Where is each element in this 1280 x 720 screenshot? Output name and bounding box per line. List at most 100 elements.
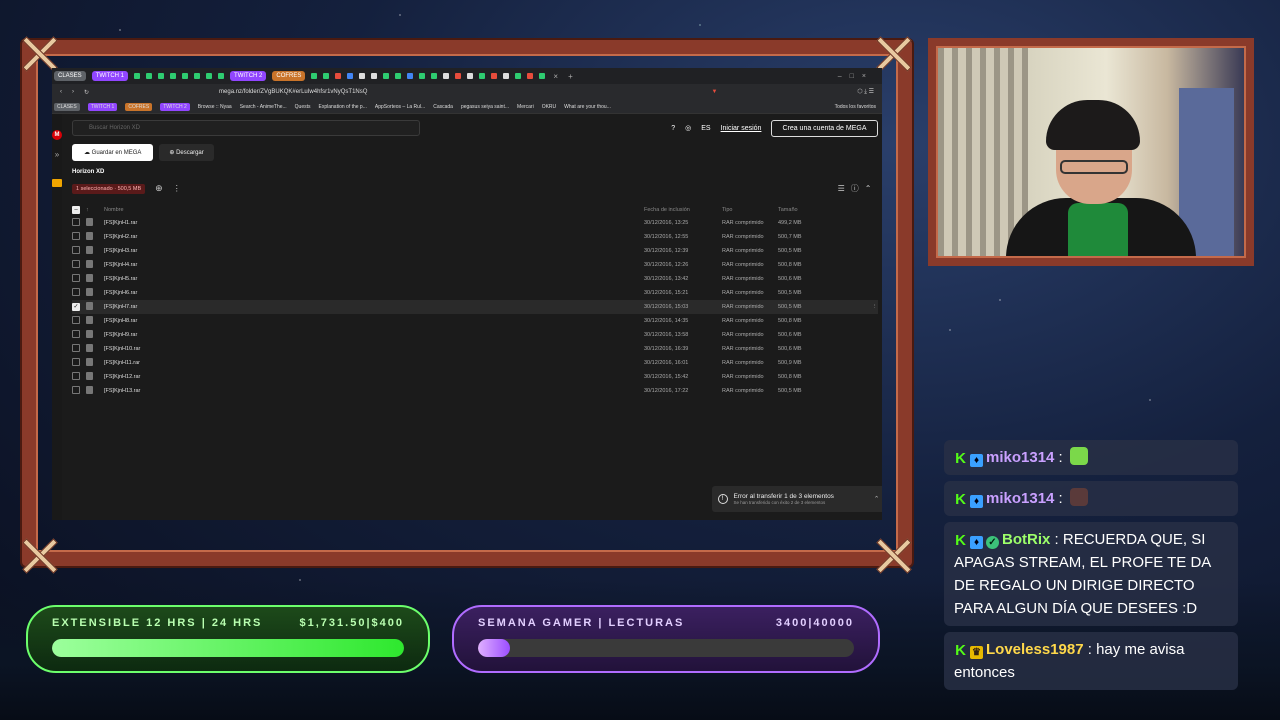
file-row[interactable]: [FS]KjnH6.rar 30/12/2016, 15:21 RAR compri… bbox=[72, 286, 878, 300]
file-checkbox[interactable] bbox=[72, 372, 86, 382]
file-row[interactable]: [FS]KjnH13.rar 30/12/2016, 17:22 RAR compr… bbox=[72, 384, 878, 398]
chat-username[interactable]: miko1314 bbox=[986, 449, 1054, 466]
bookmark-cascada[interactable]: Cascada bbox=[433, 104, 453, 110]
bookmark-nyaa[interactable]: Browse :: Nyaa bbox=[198, 104, 232, 110]
bookmark-cofres[interactable]: COFRES bbox=[125, 102, 153, 111]
col-name-header[interactable]: Nombre bbox=[104, 207, 644, 213]
tab-favicon-icon[interactable] bbox=[182, 73, 189, 79]
bookmark-appsorteos[interactable]: AppSorteos – La Rul... bbox=[375, 104, 425, 110]
bookmark-twitch-1[interactable]: TWITCH 1 bbox=[87, 102, 118, 111]
col-date-header[interactable]: Fecha de inclusión bbox=[644, 207, 722, 213]
add-icon[interactable]: ⊕ bbox=[155, 183, 163, 194]
sort-arrow-icon[interactable]: ↑ bbox=[86, 207, 104, 213]
file-checkbox[interactable] bbox=[72, 344, 86, 354]
chat-username[interactable]: miko1314 bbox=[986, 490, 1054, 507]
expand-sidebar-icon[interactable]: » bbox=[55, 150, 59, 159]
file-row[interactable]: [FS]KjnH5.rar 30/12/2016, 13:42 RAR compri… bbox=[72, 272, 878, 286]
chevron-up-icon[interactable]: ⌃ bbox=[874, 495, 880, 503]
file-checkbox[interactable] bbox=[72, 246, 86, 256]
folder-icon[interactable] bbox=[52, 179, 62, 187]
reload-icon[interactable]: ↻ bbox=[84, 89, 89, 96]
bookmark-pegasus[interactable]: pegasus seiya saint... bbox=[461, 104, 509, 110]
tab-favicon-icon[interactable] bbox=[170, 73, 177, 79]
tab-favicon-icon[interactable] bbox=[194, 73, 201, 79]
file-checkbox[interactable] bbox=[72, 358, 86, 368]
file-checkbox[interactable] bbox=[72, 316, 86, 326]
tab-favicon-icon[interactable] bbox=[146, 73, 153, 79]
row-menu-icon[interactable]: ⋮ bbox=[872, 304, 878, 310]
download-button[interactable]: ⊕ Descargar bbox=[159, 144, 214, 161]
help-icon[interactable]: ? bbox=[671, 125, 675, 132]
file-row[interactable]: [FS]KjnH8.rar 30/12/2016, 14:35 RAR compri… bbox=[72, 314, 878, 328]
chat-username[interactable]: Loveless1987 bbox=[986, 641, 1084, 658]
tab-cofres[interactable]: COFRES bbox=[272, 71, 306, 81]
search-input[interactable]: Buscar Horizon XD bbox=[72, 120, 420, 136]
file-row[interactable]: [FS]KjnH10.rar 30/12/2016, 16:39 RAR compr… bbox=[72, 342, 878, 356]
tab-clases[interactable]: CLASES bbox=[54, 71, 86, 81]
more-options-icon[interactable]: ⋮ bbox=[173, 184, 181, 193]
bookmark-twitch-2[interactable]: TWITCH 2 bbox=[160, 102, 190, 111]
url-input[interactable]: mega.nz/folder/ZVgBUKQK#erLuIw4hfsr1vNyQ… bbox=[219, 89, 367, 95]
file-checkbox[interactable] bbox=[72, 274, 86, 284]
back-icon[interactable]: ‹ bbox=[60, 89, 62, 95]
col-size-header[interactable]: Tamaño bbox=[778, 207, 838, 213]
file-row[interactable]: [FS]KjnH2.rar 30/12/2016, 12:55 RAR compri… bbox=[72, 230, 878, 244]
tab-favicon-icon[interactable] bbox=[431, 73, 438, 79]
tab-twitch-2[interactable]: TWITCH 2 bbox=[230, 71, 267, 81]
tab-favicon-icon[interactable] bbox=[515, 73, 522, 79]
save-to-mega-button[interactable]: ☁ Guardar en MEGA bbox=[72, 144, 154, 161]
new-tab-icon[interactable]: + bbox=[568, 72, 573, 81]
select-all-checkbox[interactable]: – bbox=[72, 206, 86, 214]
file-checkbox[interactable]: ✓ bbox=[72, 303, 86, 311]
extensions-icon[interactable]: ⬡ ⤓ ☰ bbox=[857, 88, 874, 96]
col-type-header[interactable]: Tipo bbox=[722, 207, 778, 213]
chat-username[interactable]: BotRix bbox=[1002, 531, 1050, 548]
bookmark-quests[interactable]: Quests bbox=[295, 104, 311, 110]
file-checkbox[interactable] bbox=[72, 330, 86, 340]
file-checkbox[interactable] bbox=[72, 232, 86, 242]
tab-favicon-icon[interactable] bbox=[347, 73, 354, 79]
file-checkbox[interactable] bbox=[72, 260, 86, 270]
forward-icon[interactable]: › bbox=[72, 89, 74, 95]
file-row[interactable]: [FS]KjnH4.rar 30/12/2016, 12:26 RAR compri… bbox=[72, 258, 878, 272]
bookmark-all-favorites[interactable]: Todos los favoritos bbox=[835, 104, 880, 110]
mega-tab-icon[interactable] bbox=[527, 73, 534, 79]
create-account-button[interactable]: Crea una cuenta de MEGA bbox=[771, 119, 878, 137]
close-tab-icon[interactable]: × bbox=[553, 72, 558, 81]
tab-favicon-icon[interactable] bbox=[479, 73, 486, 79]
tab-favicon-icon[interactable] bbox=[443, 73, 450, 79]
view-controls-icon[interactable]: ☰ⓘ⌃ bbox=[838, 183, 878, 194]
tab-favicon-icon[interactable] bbox=[455, 73, 462, 79]
bookmark-mercari[interactable]: Mercari bbox=[517, 104, 534, 110]
bookmark-what-are-your[interactable]: What are your thou... bbox=[564, 104, 611, 110]
login-link[interactable]: Iniciar sesión bbox=[721, 125, 762, 132]
file-checkbox[interactable] bbox=[72, 386, 86, 396]
bookmark-clases[interactable]: CLASES bbox=[54, 102, 80, 111]
window-controls-icon[interactable]: –□× bbox=[838, 73, 882, 80]
tab-favicon-icon[interactable] bbox=[491, 73, 498, 79]
tab-twitch-1[interactable]: TWITCH 1 bbox=[91, 71, 129, 81]
file-row[interactable]: [FS]KjnH9.rar 30/12/2016, 13:58 RAR compri… bbox=[72, 328, 878, 342]
tab-favicon-icon[interactable] bbox=[158, 73, 165, 79]
file-row[interactable]: [FS]KjnH11.rar 30/12/2016, 16:01 RAR compr… bbox=[72, 356, 878, 370]
tab-favicon-icon[interactable] bbox=[218, 73, 225, 79]
whatsapp-icon[interactable] bbox=[419, 73, 426, 79]
x-icon[interactable] bbox=[359, 73, 366, 79]
tab-favicon-icon[interactable] bbox=[134, 73, 141, 79]
facebook-icon[interactable] bbox=[407, 73, 414, 79]
tab-favicon-icon[interactable] bbox=[503, 73, 510, 79]
breadcrumb[interactable]: Horizon XD bbox=[72, 169, 878, 175]
file-checkbox[interactable] bbox=[72, 218, 86, 228]
file-row[interactable]: [FS]KjnH3.rar 30/12/2016, 12:39 RAR compri… bbox=[72, 244, 878, 258]
tab-favicon-icon[interactable] bbox=[539, 73, 546, 79]
transfer-toast[interactable]: ! Error al transferir 1 de 3 elementos S… bbox=[711, 486, 882, 512]
brave-shield-icon[interactable]: ▼ bbox=[711, 89, 717, 95]
bookmark-animethemes[interactable]: Search - AnimeThe... bbox=[240, 104, 287, 110]
file-checkbox[interactable] bbox=[72, 288, 86, 298]
tab-favicon-icon[interactable] bbox=[467, 73, 474, 79]
tab-favicon-icon[interactable] bbox=[206, 73, 213, 79]
tab-favicon-icon[interactable] bbox=[323, 73, 330, 79]
bookmark-okru[interactable]: OKRU bbox=[542, 104, 556, 110]
language-selector[interactable]: ES bbox=[701, 125, 710, 132]
file-row[interactable]: ✓ [FS]KjnH7.rar 30/12/2016, 15:03 RAR compr… bbox=[72, 300, 878, 314]
